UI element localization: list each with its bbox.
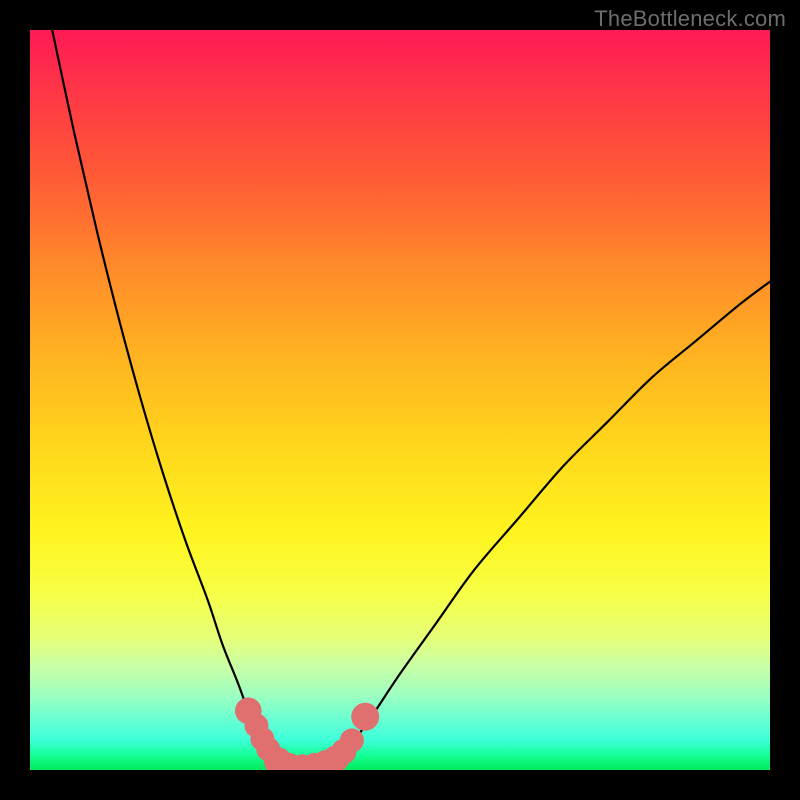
data-point [340,728,364,752]
data-markers [235,697,379,770]
plot-area [30,30,770,770]
watermark-text: TheBottleneck.com [594,6,786,32]
chart-frame: TheBottleneck.com [0,0,800,800]
bottleneck-curve [52,30,770,767]
data-point [351,703,379,731]
chart-svg [30,30,770,770]
